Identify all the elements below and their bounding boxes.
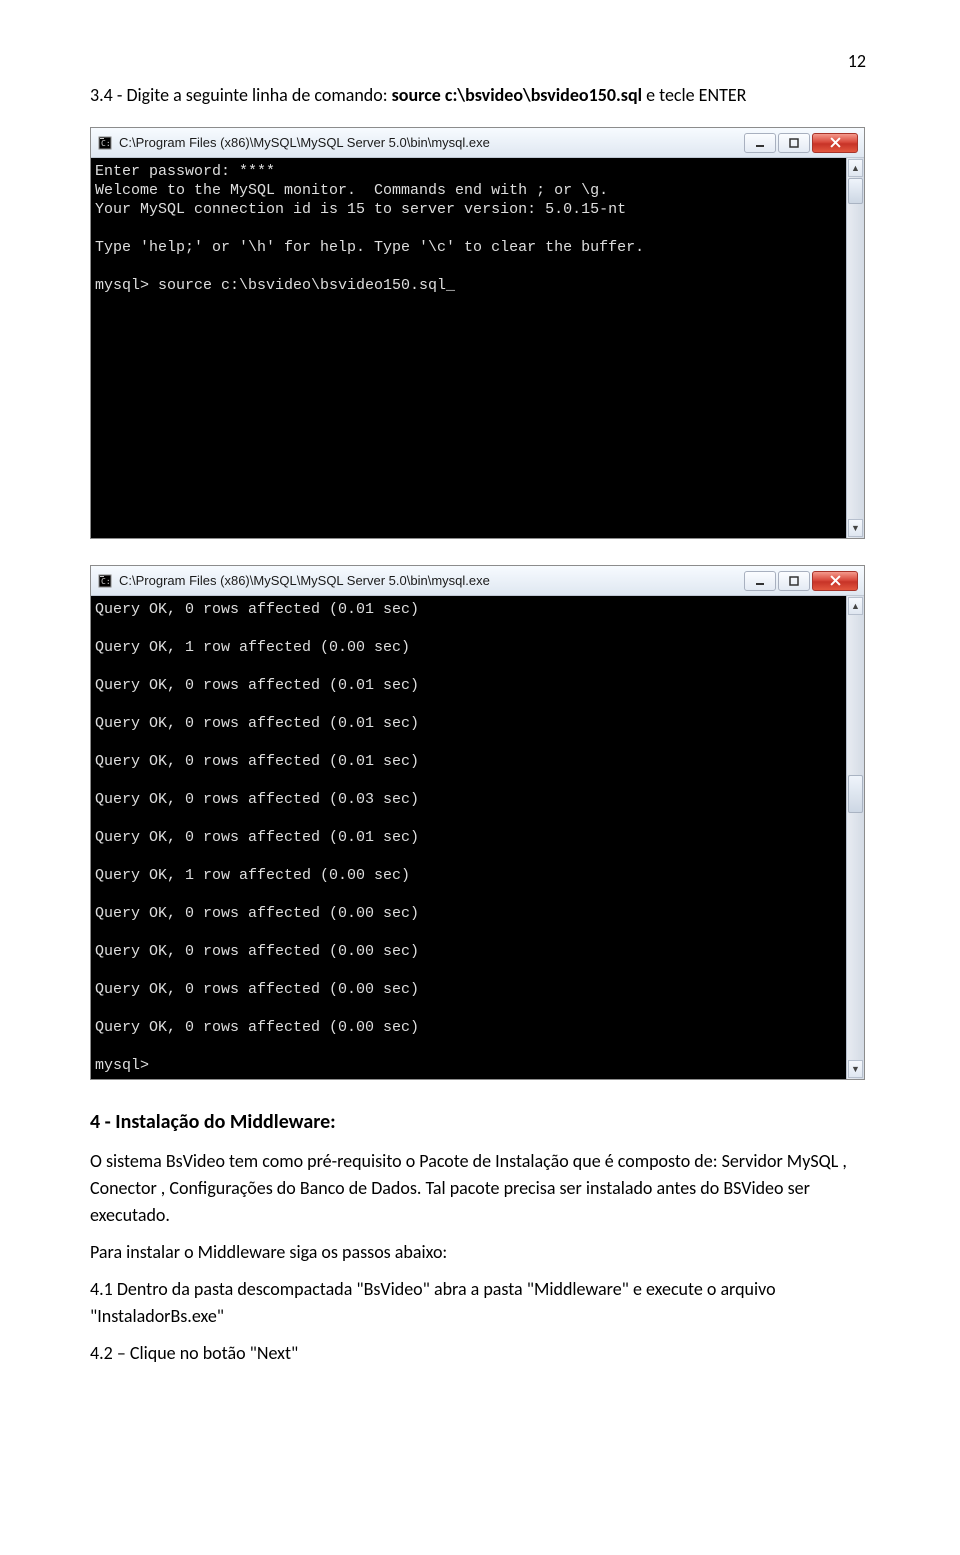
scroll-track[interactable] [847,178,864,518]
terminal-output[interactable]: Enter password: **** Welcome to the MySQ… [91,158,846,538]
scroll-up-button[interactable]: ▲ [848,597,863,615]
scroll-thumb[interactable] [848,178,863,204]
close-button[interactable] [812,133,858,153]
scroll-thumb[interactable] [848,775,863,813]
paragraph-3-4: 3.4 - Digite a seguinte linha de comando… [90,82,870,109]
terminal-output[interactable]: Query OK, 0 rows affected (0.01 sec) Que… [91,596,846,1079]
minimize-button[interactable] [744,133,776,153]
app-icon: C: [97,573,113,589]
console-window-1: C: C:\Program Files (x86)\MySQL\MySQL Se… [90,127,865,539]
titlebar[interactable]: C: C:\Program Files (x86)\MySQL\MySQL Se… [91,128,864,158]
scroll-down-button[interactable]: ▼ [848,1060,863,1078]
window-controls [744,571,858,591]
minimize-button[interactable] [744,571,776,591]
maximize-button[interactable] [778,571,810,591]
window-title: C:\Program Files (x86)\MySQL\MySQL Serve… [119,573,744,588]
text: 3.4 - Digite a seguinte linha de comando… [90,84,392,106]
svg-text:C:: C: [101,577,111,586]
scroll-track[interactable] [847,616,864,1059]
section-4-p2: Para instalar o Middleware siga os passo… [90,1239,870,1266]
scrollbar[interactable]: ▲ ▼ [846,596,864,1079]
scroll-up-button[interactable]: ▲ [848,159,863,177]
section-4-p4: 4.2 – Clique no botão "Next" [90,1340,870,1367]
svg-text:C:: C: [101,139,111,148]
close-button[interactable] [812,571,858,591]
section-4-p1: O sistema BsVideo tem como pré-requisito… [90,1148,870,1229]
section-4-title: 4 - Instalação do Middleware: [90,1110,870,1134]
scroll-down-button[interactable]: ▼ [848,519,863,537]
scrollbar[interactable]: ▲ ▼ [846,158,864,538]
maximize-button[interactable] [778,133,810,153]
console-window-2: C: C:\Program Files (x86)\MySQL\MySQL Se… [90,565,865,1080]
window-title: C:\Program Files (x86)\MySQL\MySQL Serve… [119,135,744,150]
text: e tecle ENTER [642,84,746,106]
command-text: source c:\bsvideo\bsvideo150.sql [392,84,642,106]
app-icon: C: [97,135,113,151]
window-controls [744,133,858,153]
page-number: 12 [90,50,870,72]
section-4-p3: 4.1 Dentro da pasta descompactada "BsVid… [90,1276,870,1330]
titlebar[interactable]: C: C:\Program Files (x86)\MySQL\MySQL Se… [91,566,864,596]
